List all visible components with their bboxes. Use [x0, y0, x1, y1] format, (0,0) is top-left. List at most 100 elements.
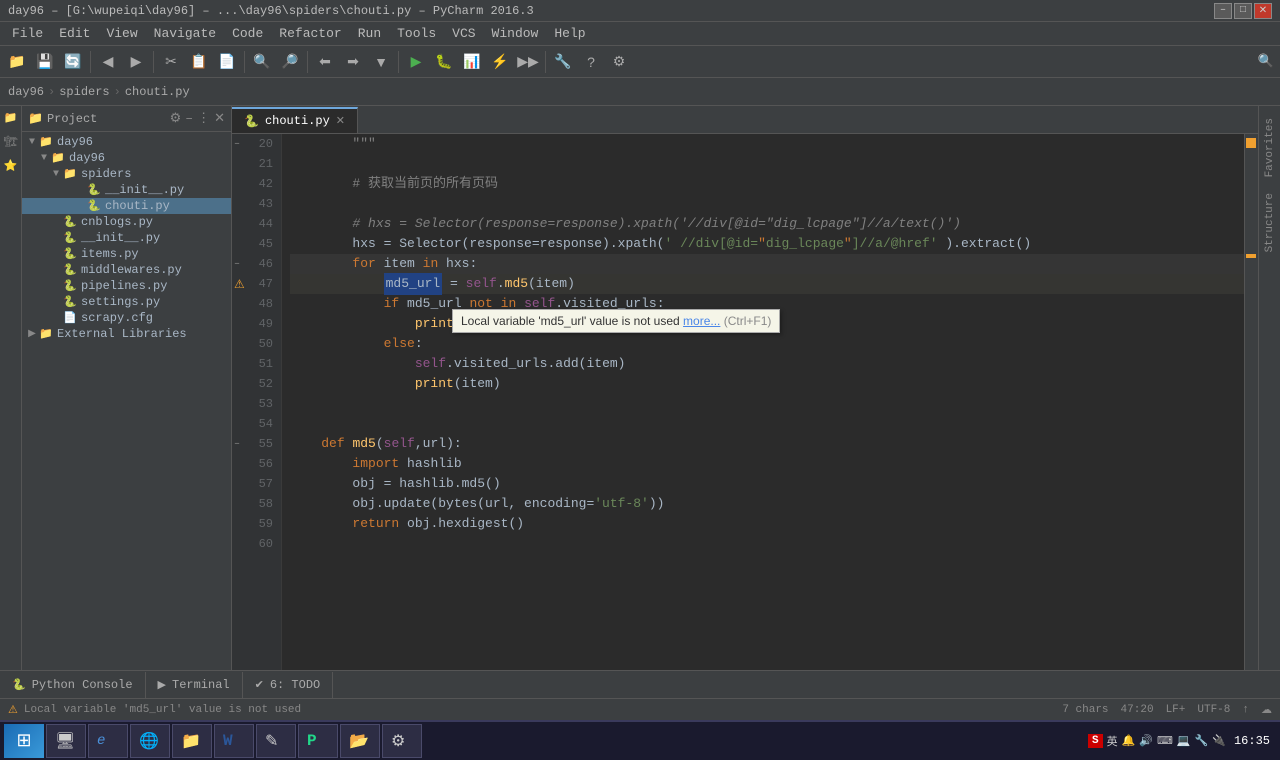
run-config-btn[interactable]: ▶▶: [515, 49, 541, 75]
tab-terminal[interactable]: ▶ Terminal: [146, 672, 243, 698]
menu-navigate[interactable]: Navigate: [146, 24, 224, 43]
dropdown-btn[interactable]: ▼: [368, 49, 394, 75]
tree-middlewares[interactable]: 🐍 middlewares.py: [22, 262, 231, 278]
tab-todo[interactable]: ✔ 6: TODO: [243, 672, 334, 698]
menu-view[interactable]: View: [98, 24, 145, 43]
favorites-icon[interactable]: ⭐: [3, 158, 19, 174]
tray-icon4: 💻: [1177, 734, 1191, 748]
cut-btn[interactable]: ✂: [158, 49, 184, 75]
project-settings-btn[interactable]: ⚙: [170, 111, 182, 126]
ie-icon: e: [97, 733, 105, 749]
taskbar-cmd[interactable]: ⚙: [382, 724, 422, 758]
coverage-btn[interactable]: 📊: [459, 49, 485, 75]
tree-init-spiders[interactable]: 🐍 __init__.py: [22, 182, 231, 198]
menu-help[interactable]: Help: [546, 24, 593, 43]
menu-file[interactable]: File: [4, 24, 51, 43]
tree-label-root: day96: [57, 135, 93, 149]
python-console-icon: 🐍: [12, 678, 26, 692]
line-42: 42: [232, 174, 281, 194]
help-btn[interactable]: ?: [578, 49, 604, 75]
back-btn[interactable]: ◀: [95, 49, 121, 75]
tree-spiders[interactable]: ▼ 📁 spiders: [22, 166, 231, 182]
menu-vcs[interactable]: VCS: [444, 24, 483, 43]
code-line-42: # 获取当前页的所有页码: [290, 174, 1244, 194]
paste-btn[interactable]: 📄: [214, 49, 240, 75]
start-button[interactable]: ⊞: [4, 724, 44, 758]
tree-scrapy-cfg[interactable]: 📄 scrapy.cfg: [22, 310, 231, 326]
favorites-label[interactable]: Favorites: [1264, 110, 1276, 185]
tab-python-console[interactable]: 🐍 Python Console: [0, 672, 146, 698]
taskbar-pycharm[interactable]: P: [298, 724, 338, 758]
menu-window[interactable]: Window: [484, 24, 547, 43]
tree-settings[interactable]: 🐍 settings.py: [22, 294, 231, 310]
warning-icon-status: ⚠: [8, 703, 18, 717]
taskbar-chrome[interactable]: 🌐: [130, 724, 170, 758]
run-btn[interactable]: ▶: [403, 49, 429, 75]
menu-bar: File Edit View Navigate Code Refactor Ru…: [0, 22, 1280, 46]
tree-chouti[interactable]: 🐍 chouti.py: [22, 198, 231, 214]
find-btn[interactable]: 🔍: [249, 49, 275, 75]
menu-refactor[interactable]: Refactor: [271, 24, 349, 43]
minimize-button[interactable]: –: [1214, 3, 1232, 19]
project-close-btn[interactable]: ✕: [214, 111, 225, 126]
taskbar-ie[interactable]: e: [88, 724, 128, 758]
menu-tools[interactable]: Tools: [389, 24, 444, 43]
ime-icon[interactable]: S: [1088, 734, 1103, 748]
fold-55[interactable]: –: [234, 439, 240, 450]
nav-next-btn[interactable]: ➡: [340, 49, 366, 75]
breadcrumb-file[interactable]: chouti.py: [125, 85, 190, 99]
tree-label-settings: settings.py: [81, 295, 160, 309]
fold-20[interactable]: –: [234, 139, 240, 150]
tree-cnblogs[interactable]: 🐍 cnblogs.py: [22, 214, 231, 230]
profile-btn[interactable]: ⚡: [487, 49, 513, 75]
find-usages-btn[interactable]: 🔎: [277, 49, 303, 75]
nav-prev-btn[interactable]: ⬅: [312, 49, 338, 75]
fold-46[interactable]: –: [234, 259, 240, 270]
project-gear-btn[interactable]: ⋮: [197, 111, 210, 126]
breadcrumb-sep2: ›: [114, 85, 121, 99]
project-collapse-btn[interactable]: –: [185, 111, 193, 126]
vcs-btn[interactable]: 🔧: [550, 49, 576, 75]
tab-chouti[interactable]: 🐍 chouti.py ✕: [232, 107, 358, 133]
tools-btn[interactable]: ⚙: [606, 49, 632, 75]
save-btn[interactable]: 💾: [32, 49, 58, 75]
copy-btn[interactable]: 📋: [186, 49, 212, 75]
tree-root-day96[interactable]: ▼ 📁 day96: [22, 134, 231, 150]
project-view-btn[interactable]: 📁: [4, 49, 30, 75]
breadcrumb-spiders[interactable]: spiders: [59, 85, 109, 99]
tooltip-more-link[interactable]: more...: [683, 314, 720, 328]
taskbar-folder2[interactable]: 📂: [340, 724, 380, 758]
code-content[interactable]: """ # 获取当前页的所有页码 # hxs = Selector(respon…: [282, 134, 1244, 670]
tree-pipelines[interactable]: 🐍 pipelines.py: [22, 278, 231, 294]
tree-init[interactable]: 🐍 __init__.py: [22, 230, 231, 246]
ime-lang[interactable]: 英: [1107, 733, 1118, 749]
tree-external-libs[interactable]: ▶ 📁 External Libraries: [22, 326, 231, 342]
tray-icon6: 🔌: [1212, 734, 1226, 748]
line-20: –20: [232, 134, 281, 154]
forward-btn[interactable]: ▶: [123, 49, 149, 75]
search-everywhere-btn[interactable]: 🔍: [1256, 49, 1276, 75]
menu-code[interactable]: Code: [224, 24, 271, 43]
taskbar-explorer[interactable]: 🖥: [46, 724, 86, 758]
py-icon-pipelines: 🐍: [62, 279, 78, 293]
breadcrumb-root[interactable]: day96: [8, 85, 44, 99]
tree-arrow-spiders: ▼: [50, 169, 62, 180]
py-icon-middlewares: 🐍: [62, 263, 78, 277]
tree-items[interactable]: 🐍 items.py: [22, 246, 231, 262]
menu-edit[interactable]: Edit: [51, 24, 98, 43]
menu-run[interactable]: Run: [350, 24, 389, 43]
debug-btn[interactable]: 🐛: [431, 49, 457, 75]
tab-close-chouti[interactable]: ✕: [336, 114, 345, 128]
taskbar-word[interactable]: W: [214, 724, 254, 758]
structure-icon[interactable]: 🏗: [3, 134, 19, 150]
taskbar-notepad[interactable]: ✎: [256, 724, 296, 758]
project-icon[interactable]: 📁: [3, 110, 19, 126]
tree-label-cnblogs: cnblogs.py: [81, 215, 153, 229]
maximize-button[interactable]: □: [1234, 3, 1252, 19]
taskbar-files[interactable]: 📁: [172, 724, 212, 758]
tree-day96-sub[interactable]: ▼ 📁 day96: [22, 150, 231, 166]
close-button[interactable]: ✕: [1254, 3, 1272, 19]
code-editor[interactable]: –20 21 42 43 44 45 –46 ⚠47 48 49 50 51 5…: [232, 134, 1258, 670]
sync-btn[interactable]: 🔄: [60, 49, 86, 75]
structure-label[interactable]: Structure: [1264, 185, 1276, 260]
